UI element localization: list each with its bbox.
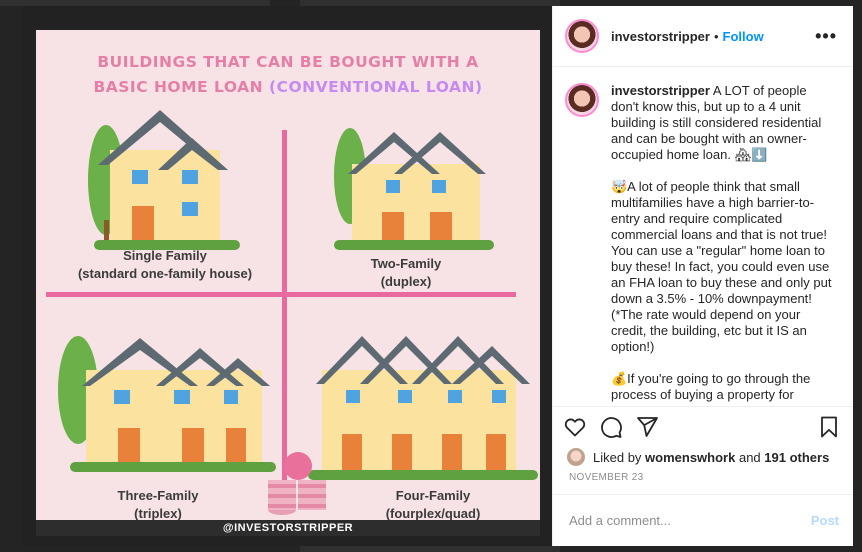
single-family-label: Single Family (standard one-family house… (70, 247, 260, 283)
infographic-image: BUILDINGS THAT CAN BE BOUGHT WITH A BASI… (36, 30, 540, 536)
caption-username[interactable]: investorstripper (611, 83, 710, 98)
heart-icon[interactable] (563, 415, 587, 439)
investor-stripper-logo (268, 452, 326, 515)
likes-row: Liked by womenswhork and 191 others (553, 446, 853, 468)
house-desc: (standard one-family house) (77, 266, 253, 281)
separator-dot: • (713, 28, 719, 44)
post-timestamp[interactable]: NOVEMBER 23 (553, 468, 853, 488)
horizontal-divider (46, 292, 516, 297)
caption-text: investorstripper A LOT of people don't k… (611, 83, 837, 406)
three-family-house (58, 336, 276, 472)
house-name: Three-Family (117, 488, 199, 503)
bookmark-icon[interactable] (817, 415, 841, 439)
house-name: Single Family (123, 248, 207, 263)
liker-avatar[interactable] (567, 448, 585, 466)
caption-area[interactable]: investorstripper A LOT of people don't k… (553, 67, 853, 406)
three-family-label: Three-Family (triplex) (88, 487, 228, 523)
post-header: investorstripper • Follow ••• (553, 6, 853, 67)
poster-handle: @INVESTORSTRIPPER (36, 520, 540, 536)
follow-button[interactable]: Follow (723, 29, 764, 44)
four-family-house (308, 336, 538, 480)
house-desc: (duplex) (380, 274, 432, 289)
four-family-label: Four-Family (fourplex/quad) (358, 487, 508, 523)
header-username[interactable]: investorstripper (611, 29, 710, 44)
likes-and: and (738, 449, 761, 465)
post-comment-button[interactable]: Post (811, 513, 839, 528)
avatar[interactable] (565, 19, 599, 53)
post-side-panel: investorstripper • Follow ••• investorst… (552, 6, 853, 546)
liker-username[interactable]: womenswhork (645, 450, 735, 465)
vertical-divider (282, 130, 287, 486)
more-options-icon[interactable]: ••• (815, 26, 837, 47)
share-icon[interactable] (635, 415, 659, 439)
comment-icon[interactable] (599, 415, 623, 439)
house-name: Four-Family (395, 488, 471, 503)
post-media[interactable]: BUILDINGS THAT CAN BE BOUGHT WITH A BASI… (22, 6, 552, 546)
post-modal: BUILDINGS THAT CAN BE BOUGHT WITH A BASI… (22, 6, 853, 546)
add-comment-bar: Post (553, 494, 853, 546)
two-family-label: Two-Family (duplex) (336, 255, 476, 291)
comment-input[interactable] (569, 513, 811, 528)
caption-paragraph-3: 💰If you're going to go through the proce… (611, 371, 811, 402)
background-tile (300, 546, 560, 552)
house-name: Two-Family (370, 256, 442, 271)
action-bar (553, 406, 853, 446)
liked-by-text: Liked by (593, 449, 642, 465)
two-family-house (334, 128, 494, 250)
caption-avatar[interactable] (565, 83, 599, 117)
others-count[interactable]: 191 others (764, 450, 829, 465)
caption-paragraph-2: 🤯A lot of people think that small multif… (611, 179, 832, 354)
single-family-house (88, 110, 240, 250)
